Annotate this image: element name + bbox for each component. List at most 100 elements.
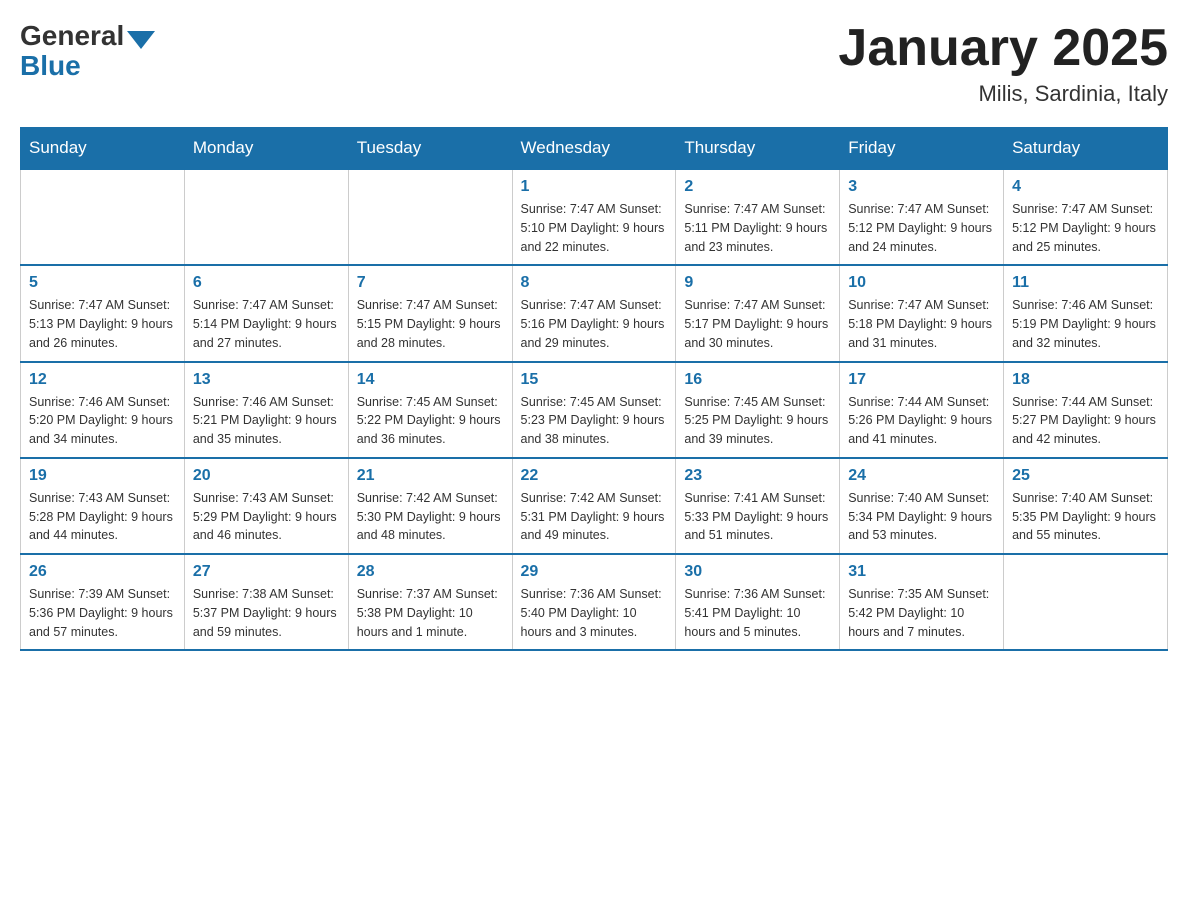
- logo: General Blue: [20, 20, 155, 82]
- day-info: Sunrise: 7:46 AM Sunset: 5:21 PM Dayligh…: [193, 393, 340, 449]
- calendar-cell: 24 Sunrise: 7:40 AM Sunset: 5:34 PM Dayli…: [840, 458, 1004, 554]
- day-of-week-header: Friday: [840, 128, 1004, 170]
- calendar-cell: 30 Sunrise: 7:36 AM Sunset: 5:41 PM Dayli…: [676, 554, 840, 650]
- calendar-cell: 20 Sunrise: 7:43 AM Sunset: 5:29 PM Dayli…: [184, 458, 348, 554]
- day-info: Sunrise: 7:35 AM Sunset: 5:42 PM Dayligh…: [848, 585, 995, 641]
- day-number: 6: [193, 274, 340, 292]
- calendar-cell: [1004, 554, 1168, 650]
- day-number: 29: [521, 563, 668, 581]
- day-info: Sunrise: 7:36 AM Sunset: 5:41 PM Dayligh…: [684, 585, 831, 641]
- day-number: 28: [357, 563, 504, 581]
- day-number: 3: [848, 178, 995, 196]
- calendar-cell: [348, 169, 512, 265]
- calendar-cell: 7 Sunrise: 7:47 AM Sunset: 5:15 PM Daylig…: [348, 265, 512, 361]
- calendar-cell: 27 Sunrise: 7:38 AM Sunset: 5:37 PM Dayli…: [184, 554, 348, 650]
- day-number: 15: [521, 371, 668, 389]
- calendar-cell: 29 Sunrise: 7:36 AM Sunset: 5:40 PM Dayli…: [512, 554, 676, 650]
- day-info: Sunrise: 7:47 AM Sunset: 5:11 PM Dayligh…: [684, 200, 831, 256]
- calendar-cell: 3 Sunrise: 7:47 AM Sunset: 5:12 PM Daylig…: [840, 169, 1004, 265]
- calendar-cell: 11Sunrise: 7:46 AM Sunset: 5:19 PM Dayli…: [1004, 265, 1168, 361]
- day-info: Sunrise: 7:40 AM Sunset: 5:34 PM Dayligh…: [848, 489, 995, 545]
- calendar-cell: 1Sunrise: 7:47 AM Sunset: 5:10 PM Daylig…: [512, 169, 676, 265]
- day-of-week-header: Sunday: [21, 128, 185, 170]
- calendar-cell: 6 Sunrise: 7:47 AM Sunset: 5:14 PM Daylig…: [184, 265, 348, 361]
- calendar-header-row: SundayMondayTuesdayWednesdayThursdayFrid…: [21, 128, 1168, 170]
- day-info: Sunrise: 7:47 AM Sunset: 5:13 PM Dayligh…: [29, 296, 176, 352]
- page-header: General Blue January 2025 Milis, Sardini…: [20, 20, 1168, 107]
- day-number: 27: [193, 563, 340, 581]
- day-number: 31: [848, 563, 995, 581]
- calendar-cell: 17Sunrise: 7:44 AM Sunset: 5:26 PM Dayli…: [840, 362, 1004, 458]
- calendar-week-row: 19Sunrise: 7:43 AM Sunset: 5:28 PM Dayli…: [21, 458, 1168, 554]
- logo-arrow-icon: [127, 31, 155, 49]
- day-info: Sunrise: 7:47 AM Sunset: 5:12 PM Dayligh…: [1012, 200, 1159, 256]
- calendar-cell: 16Sunrise: 7:45 AM Sunset: 5:25 PM Dayli…: [676, 362, 840, 458]
- calendar-cell: 13 Sunrise: 7:46 AM Sunset: 5:21 PM Dayli…: [184, 362, 348, 458]
- day-info: Sunrise: 7:45 AM Sunset: 5:22 PM Dayligh…: [357, 393, 504, 449]
- day-info: Sunrise: 7:38 AM Sunset: 5:37 PM Dayligh…: [193, 585, 340, 641]
- calendar-cell: 28 Sunrise: 7:37 AM Sunset: 5:38 PM Dayli…: [348, 554, 512, 650]
- day-info: Sunrise: 7:47 AM Sunset: 5:15 PM Dayligh…: [357, 296, 504, 352]
- calendar-cell: 8 Sunrise: 7:47 AM Sunset: 5:16 PM Daylig…: [512, 265, 676, 361]
- calendar-week-row: 5 Sunrise: 7:47 AM Sunset: 5:13 PM Daylig…: [21, 265, 1168, 361]
- title-block: January 2025 Milis, Sardinia, Italy: [838, 20, 1168, 107]
- day-number: 20: [193, 467, 340, 485]
- calendar-week-row: 26 Sunrise: 7:39 AM Sunset: 5:36 PM Dayli…: [21, 554, 1168, 650]
- day-info: Sunrise: 7:46 AM Sunset: 5:20 PM Dayligh…: [29, 393, 176, 449]
- day-number: 10: [848, 274, 995, 292]
- logo-general-text: General: [20, 20, 124, 52]
- day-info: Sunrise: 7:47 AM Sunset: 5:18 PM Dayligh…: [848, 296, 995, 352]
- day-number: 22: [521, 467, 668, 485]
- day-number: 1: [521, 178, 668, 196]
- day-info: Sunrise: 7:44 AM Sunset: 5:26 PM Dayligh…: [848, 393, 995, 449]
- day-info: Sunrise: 7:37 AM Sunset: 5:38 PM Dayligh…: [357, 585, 504, 641]
- day-number: 21: [357, 467, 504, 485]
- day-of-week-header: Saturday: [1004, 128, 1168, 170]
- calendar-cell: 15Sunrise: 7:45 AM Sunset: 5:23 PM Dayli…: [512, 362, 676, 458]
- day-number: 9: [684, 274, 831, 292]
- day-info: Sunrise: 7:40 AM Sunset: 5:35 PM Dayligh…: [1012, 489, 1159, 545]
- day-number: 26: [29, 563, 176, 581]
- calendar-table: SundayMondayTuesdayWednesdayThursdayFrid…: [20, 127, 1168, 651]
- day-number: 12: [29, 371, 176, 389]
- day-info: Sunrise: 7:43 AM Sunset: 5:29 PM Dayligh…: [193, 489, 340, 545]
- calendar-cell: 31 Sunrise: 7:35 AM Sunset: 5:42 PM Dayli…: [840, 554, 1004, 650]
- month-title: January 2025: [838, 20, 1168, 77]
- day-number: 8: [521, 274, 668, 292]
- day-number: 4: [1012, 178, 1159, 196]
- day-info: Sunrise: 7:47 AM Sunset: 5:14 PM Dayligh…: [193, 296, 340, 352]
- day-info: Sunrise: 7:39 AM Sunset: 5:36 PM Dayligh…: [29, 585, 176, 641]
- day-number: 13: [193, 371, 340, 389]
- day-info: Sunrise: 7:47 AM Sunset: 5:16 PM Dayligh…: [521, 296, 668, 352]
- day-number: 30: [684, 563, 831, 581]
- calendar-cell: 21 Sunrise: 7:42 AM Sunset: 5:30 PM Dayli…: [348, 458, 512, 554]
- day-number: 14: [357, 371, 504, 389]
- calendar-cell: 19Sunrise: 7:43 AM Sunset: 5:28 PM Dayli…: [21, 458, 185, 554]
- calendar-cell: 2 Sunrise: 7:47 AM Sunset: 5:11 PM Daylig…: [676, 169, 840, 265]
- calendar-cell: 18 Sunrise: 7:44 AM Sunset: 5:27 PM Dayli…: [1004, 362, 1168, 458]
- calendar-cell: 5 Sunrise: 7:47 AM Sunset: 5:13 PM Daylig…: [21, 265, 185, 361]
- calendar-cell: 22Sunrise: 7:42 AM Sunset: 5:31 PM Dayli…: [512, 458, 676, 554]
- day-info: Sunrise: 7:47 AM Sunset: 5:12 PM Dayligh…: [848, 200, 995, 256]
- calendar-cell: 9Sunrise: 7:47 AM Sunset: 5:17 PM Daylig…: [676, 265, 840, 361]
- logo-blue-text: Blue: [20, 50, 155, 82]
- day-number: 18: [1012, 371, 1159, 389]
- calendar-cell: 4 Sunrise: 7:47 AM Sunset: 5:12 PM Daylig…: [1004, 169, 1168, 265]
- calendar-week-row: 1Sunrise: 7:47 AM Sunset: 5:10 PM Daylig…: [21, 169, 1168, 265]
- day-number: 5: [29, 274, 176, 292]
- day-number: 2: [684, 178, 831, 196]
- calendar-cell: [184, 169, 348, 265]
- day-number: 25: [1012, 467, 1159, 485]
- day-info: Sunrise: 7:44 AM Sunset: 5:27 PM Dayligh…: [1012, 393, 1159, 449]
- day-number: 24: [848, 467, 995, 485]
- calendar-week-row: 12 Sunrise: 7:46 AM Sunset: 5:20 PM Dayli…: [21, 362, 1168, 458]
- day-of-week-header: Monday: [184, 128, 348, 170]
- calendar-cell: 14 Sunrise: 7:45 AM Sunset: 5:22 PM Dayli…: [348, 362, 512, 458]
- day-number: 19: [29, 467, 176, 485]
- day-info: Sunrise: 7:45 AM Sunset: 5:25 PM Dayligh…: [684, 393, 831, 449]
- day-info: Sunrise: 7:42 AM Sunset: 5:30 PM Dayligh…: [357, 489, 504, 545]
- calendar-cell: 23Sunrise: 7:41 AM Sunset: 5:33 PM Dayli…: [676, 458, 840, 554]
- day-info: Sunrise: 7:46 AM Sunset: 5:19 PM Dayligh…: [1012, 296, 1159, 352]
- day-number: 7: [357, 274, 504, 292]
- day-info: Sunrise: 7:36 AM Sunset: 5:40 PM Dayligh…: [521, 585, 668, 641]
